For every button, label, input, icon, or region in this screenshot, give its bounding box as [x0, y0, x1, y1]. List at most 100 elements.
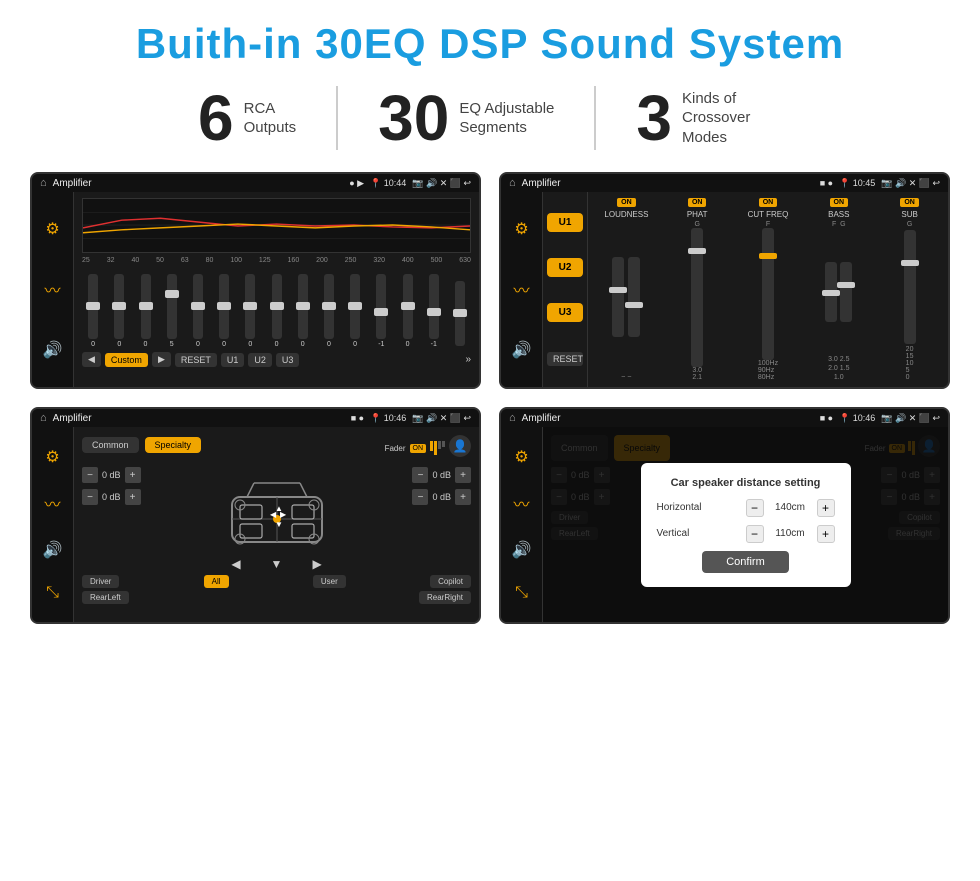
eq-icon-3[interactable]: ⚙ — [45, 447, 59, 467]
horizontal-stepper: − 140cm + — [746, 499, 835, 517]
rl-plus[interactable]: + — [125, 489, 141, 505]
vol-icon-1[interactable]: 🔊 — [43, 340, 63, 360]
horizontal-label: Horizontal — [657, 502, 717, 513]
fader-content: Common Specialty Fader ON — [74, 427, 479, 622]
fl-plus[interactable]: + — [125, 467, 141, 483]
rearright-btn[interactable]: RearRight — [419, 591, 471, 604]
rl-minus[interactable]: − — [82, 489, 98, 505]
u2-btn-1[interactable]: U2 — [248, 353, 272, 367]
vertical-plus[interactable]: + — [817, 525, 835, 543]
horizontal-plus[interactable]: + — [817, 499, 835, 517]
rl-value: 0 dB — [102, 492, 121, 502]
down-arrow[interactable]: ▼ — [271, 557, 283, 571]
rr-plus[interactable]: + — [455, 489, 471, 505]
status-dots-4: ■ ● — [820, 413, 833, 423]
screen-eq: ⌂ Amplifier ● ▶ 📍 10:44 📷 🔊 ✕ ⬛ ↩ ⚙ 〰 🔊 — [30, 172, 481, 389]
time-2: 📍 10:45 — [839, 178, 875, 189]
status-icons-3: 📷 🔊 ✕ ⬛ ↩ — [412, 413, 471, 424]
cutfreq-on: ON — [759, 198, 778, 207]
phat-label: PHAT — [687, 210, 708, 219]
status-bar-1: ⌂ Amplifier ● ▶ 📍 10:44 📷 🔊 ✕ ⬛ ↩ — [32, 174, 479, 192]
eq-icon-4[interactable]: ⚙ — [514, 447, 528, 467]
eq-slider-0: 0 — [82, 274, 104, 348]
driver-btn[interactable]: Driver — [82, 575, 119, 588]
u2-crossover[interactable]: U2 — [547, 258, 583, 277]
rearleft-btn[interactable]: RearLeft — [82, 591, 129, 604]
eq-graph — [82, 198, 471, 253]
confirm-button[interactable]: Confirm — [702, 551, 789, 573]
vol-icon-4[interactable]: 🔊 — [512, 540, 532, 560]
home-icon-3[interactable]: ⌂ — [40, 412, 47, 424]
eq-slider-1: 0 — [108, 274, 130, 348]
tab-common[interactable]: Common — [82, 437, 139, 453]
vol-icon-2[interactable]: 🔊 — [512, 340, 532, 360]
main-title: Buith-in 30EQ DSP Sound System — [30, 20, 950, 68]
cutfreq-label: CUT FREQ — [748, 210, 789, 219]
vertical-minus[interactable]: − — [746, 525, 764, 543]
left-db-controls: − 0 dB + − 0 dB + — [82, 467, 141, 571]
db-row-fr: − 0 dB + — [412, 467, 471, 483]
ch-sub: ON SUB G 20151050 — [877, 198, 942, 381]
horizontal-minus[interactable]: − — [746, 499, 764, 517]
ch-loudness: ON LOUDNESS ~~ — [594, 198, 659, 381]
wave-icon-4[interactable]: 〰 — [513, 491, 529, 515]
expand-icon-3[interactable]: ⤡ — [46, 584, 59, 602]
fader-bars — [430, 441, 445, 455]
home-icon-2[interactable]: ⌂ — [509, 177, 516, 189]
eq-icon-2[interactable]: ⚙ — [514, 219, 528, 239]
profile-icon[interactable]: 👤 — [449, 435, 471, 457]
left-controls-1: ⚙ 〰 🔊 — [32, 192, 74, 387]
car-svg: ◀ ▶ ▲ ▼ — [212, 467, 342, 557]
bass-on: ON — [830, 198, 849, 207]
home-icon-4[interactable]: ⌂ — [509, 412, 516, 424]
sub-label: SUB — [901, 210, 917, 219]
stat-rca-label: RCAOutputs — [244, 99, 297, 138]
fader-tabs: Common Specialty — [82, 437, 201, 453]
all-btn[interactable]: All — [204, 575, 229, 588]
rr-minus[interactable]: − — [412, 489, 428, 505]
eq-slider-10: 0 — [344, 274, 366, 348]
eq-icon-1[interactable]: ⚙ — [45, 219, 59, 239]
crossover-left: ⚙ 〰 🔊 — [501, 192, 543, 387]
fl-value: 0 dB — [102, 470, 121, 480]
tab-specialty[interactable]: Specialty — [145, 437, 202, 453]
status-bar-3: ⌂ Amplifier ■ ● 📍 10:46 📷 🔊 ✕ ⬛ ↩ — [32, 409, 479, 427]
status-dots-2: ■ ● — [820, 178, 833, 188]
home-icon-1[interactable]: ⌂ — [40, 177, 47, 189]
custom-btn[interactable]: Custom — [105, 353, 148, 367]
time-3: 📍 10:46 — [370, 413, 406, 424]
expand-icon-4[interactable]: ⤡ — [515, 584, 528, 602]
fr-minus[interactable]: − — [412, 467, 428, 483]
left-arrow[interactable]: ◀ — [231, 557, 240, 571]
reset-btn-1[interactable]: RESET — [175, 353, 217, 367]
reset-crossover[interactable]: RESET — [547, 352, 583, 366]
u1-btn-1[interactable]: U1 — [221, 353, 245, 367]
vol-icon-3[interactable]: 🔊 — [43, 540, 63, 560]
wave-icon-2[interactable]: 〰 — [513, 277, 529, 301]
wave-icon-3[interactable]: 〰 — [44, 491, 60, 515]
fr-plus[interactable]: + — [455, 467, 471, 483]
screen1-body: ⚙ 〰 🔊 — [32, 192, 479, 387]
stat-eq-number: 30 — [378, 86, 449, 150]
prev-btn[interactable]: ◀ — [82, 352, 101, 367]
right-arrow[interactable]: ▶ — [312, 557, 321, 571]
status-icons-4: 📷 🔊 ✕ ⬛ ↩ — [881, 413, 940, 424]
user-btn[interactable]: User — [313, 575, 346, 588]
u3-btn-1[interactable]: U3 — [276, 353, 300, 367]
fader-on-badge: ON — [410, 444, 427, 453]
eq-sliders: 0 0 0 5 — [82, 268, 471, 348]
u3-crossover[interactable]: U3 — [547, 303, 583, 322]
fader-left: ⚙ 〰 🔊 ⤡ — [32, 427, 74, 622]
status-icons-1: 📷 🔊 ✕ ⬛ ↩ — [412, 178, 471, 189]
wave-icon-1[interactable]: 〰 — [44, 277, 60, 301]
copilot-btn[interactable]: Copilot — [430, 575, 471, 588]
vertical-value: 110cm — [768, 528, 813, 539]
stats-row: 6 RCAOutputs 30 EQ AdjustableSegments 3 … — [30, 86, 950, 150]
status-bar-2: ⌂ Amplifier ■ ● 📍 10:45 📷 🔊 ✕ ⬛ ↩ — [501, 174, 948, 192]
u1-crossover[interactable]: U1 — [547, 213, 583, 232]
eq-area: 2532405063 80100125160200 25032040050063… — [74, 192, 479, 387]
bottom-labels: Driver All User Copilot — [82, 575, 471, 588]
play-btn[interactable]: ▶ — [152, 352, 171, 367]
fl-minus[interactable]: − — [82, 467, 98, 483]
eq-slider-5: 0 — [213, 274, 235, 348]
